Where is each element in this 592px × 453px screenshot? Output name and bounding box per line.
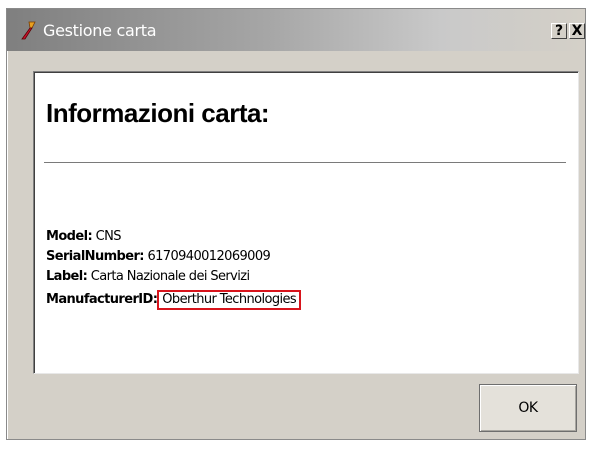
model-value: CNS xyxy=(95,229,122,244)
manufacturer-id-value: Oberthur Technologies xyxy=(157,290,302,310)
card-info-panel: Informazioni carta: Model: CNS SerialNum… xyxy=(33,71,579,374)
card-management-dialog: Gestione carta ? X Informazioni carta: M… xyxy=(6,8,586,440)
close-button[interactable]: X xyxy=(569,23,585,39)
serial-number-value: 6170940012069009 xyxy=(147,249,271,264)
label-value: Carta Nazionale dei Servizi xyxy=(90,269,250,284)
ok-button[interactable]: OK xyxy=(479,384,577,432)
card-tool-icon xyxy=(21,21,36,40)
serial-number-row: SerialNumber: 6170940012069009 xyxy=(46,248,271,266)
manufacturer-id-key: ManufacturerID: xyxy=(46,292,158,307)
window-title: Gestione carta xyxy=(43,21,157,40)
divider xyxy=(44,162,566,163)
help-button[interactable]: ? xyxy=(551,23,567,39)
label-row: Label: Carta Nazionale dei Servizi xyxy=(46,268,250,286)
manufacturer-id-row: ManufacturerID: Oberthur Technologies xyxy=(46,290,302,310)
serial-number-key: SerialNumber: xyxy=(46,249,144,264)
model-key: Model: xyxy=(46,229,93,244)
label-key: Label: xyxy=(46,269,88,284)
page-title: Informazioni carta: xyxy=(46,98,270,128)
model-row: Model: CNS xyxy=(46,228,121,246)
title-bar[interactable]: Gestione carta ? X xyxy=(7,9,585,51)
